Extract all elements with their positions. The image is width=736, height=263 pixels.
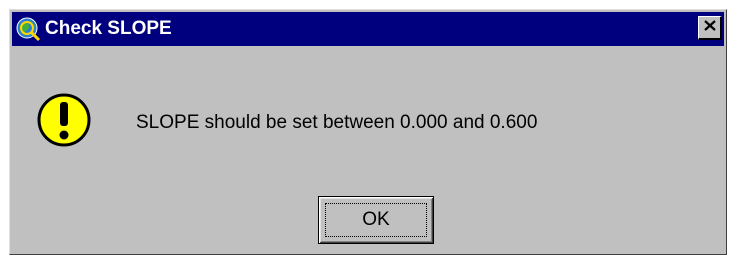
window-title: Check SLOPE: [45, 18, 172, 39]
message-dialog: Check SLOPE SLOPE should be set between …: [9, 9, 727, 255]
ok-button[interactable]: OK: [318, 196, 434, 244]
globe-magnifier-icon: [14, 15, 42, 43]
exclamation-warning-icon: [36, 92, 92, 148]
title-bar[interactable]: Check SLOPE: [12, 12, 724, 46]
ok-button-label: OK: [362, 209, 390, 230]
dialog-message: SLOPE should be set between 0.000 and 0.…: [136, 112, 538, 133]
close-icon: [703, 19, 717, 37]
close-button[interactable]: [698, 16, 722, 40]
